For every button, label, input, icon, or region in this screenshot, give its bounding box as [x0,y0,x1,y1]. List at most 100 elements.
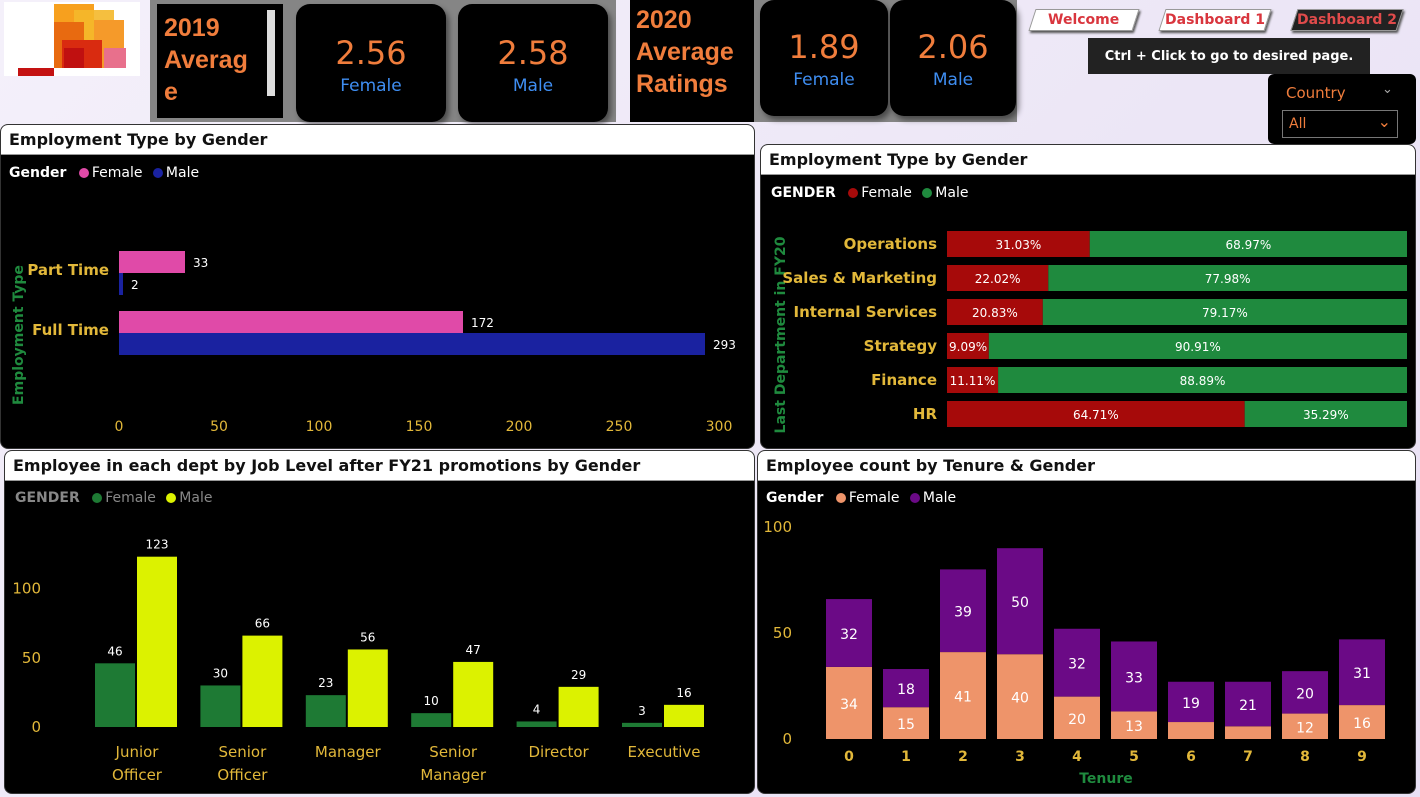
y-tick-label: 0 [782,730,792,748]
navigation-tip: Ctrl + Click to go to desired page. [1088,38,1370,74]
y-tick-label: Operations [844,235,937,253]
y-tick-label: Internal Services [794,303,938,321]
tenure-chart: 0501003432015181413924050320324133351962… [763,518,1385,787]
x-tick-label: 3 [1015,749,1025,765]
y-axis-title: Employment Type [11,265,27,405]
y-tick-label: Part Time [27,261,109,279]
data-label: 64.71% [1073,408,1119,422]
data-label: 66 [255,617,270,631]
data-label: 18 [897,682,915,698]
bar-male [664,704,704,727]
y-axis-title: Last Department in FY20 [773,236,789,433]
data-label: 40 [1011,691,1029,707]
x-tick-label: 200 [506,419,533,435]
bar-female [411,713,452,727]
data-label: 30 [213,666,228,680]
data-label: 33 [193,256,208,270]
country-slicer-label: Country [1286,84,1346,102]
x-tick-label: Senior [219,743,268,761]
data-label: 2 [131,278,139,292]
bar-male [242,635,283,727]
x-tick-label: 2 [958,749,968,765]
bar-male [137,556,177,727]
data-label: 32 [1068,657,1086,673]
country-slicer: Country ⌄ All ⌄ [1268,74,1416,144]
data-label: 15 [897,717,915,733]
data-label: 21 [1239,698,1257,714]
y-tick-label: 100 [763,518,792,536]
y-tick-label: 50 [773,624,792,642]
country-dropdown[interactable]: All ⌄ [1282,110,1398,138]
logo-mark [18,4,126,76]
data-label: 56 [360,630,375,644]
bar-female [119,311,463,333]
data-label: 16 [676,686,691,700]
x-tick-label: Executive [627,743,700,761]
data-label: 10 [424,694,439,708]
data-label: 33 [1125,670,1143,686]
data-label: 50 [1011,595,1029,611]
data-label: 3 [638,704,646,718]
department-gender-panel: Employment Type by Gender GENDER Female … [760,144,1416,449]
data-label: 172 [471,316,494,330]
data-label: 123 [146,538,169,552]
data-label: 35.29% [1303,408,1349,422]
x-tick-label: 250 [606,419,633,435]
data-label: 23 [318,676,333,690]
welcome-nav-label: Welcome [1048,12,1120,28]
x-tick-label: 8 [1300,749,1310,765]
dashboard2-nav-button[interactable]: Dashboard 2 [1290,9,1404,31]
data-label: 13 [1125,719,1143,735]
data-label: 41 [954,690,972,706]
data-label: 20.83% [972,306,1018,320]
slicer-collapse-chevron-icon[interactable]: ⌄ [1382,82,1393,97]
x-tick-label: 6 [1186,749,1196,765]
data-label: 12 [1296,720,1314,736]
tenure-panel: Employee count by Tenure & Gender Gender… [757,450,1416,794]
x-tick-label: 50 [210,419,228,435]
kpi-2019-scrollbar[interactable] [267,10,275,96]
kpi-2019-female-label: Female [340,76,402,96]
data-label: 22.02% [975,272,1021,286]
kpi-2019-male-value: 2.58 [497,34,569,72]
x-tick-label: 7 [1243,749,1253,765]
bar-male [119,273,123,295]
y-tick-label: Sales & Marketing [782,269,937,287]
data-label: 77.98% [1205,272,1251,286]
bar-female [119,251,185,273]
data-label: 46 [107,644,122,658]
y-tick-label: HR [913,405,938,423]
bar-female [516,721,557,727]
welcome-nav-button[interactable]: Welcome [1028,9,1140,31]
data-label: 16 [1353,716,1371,732]
department-gender-panel-title: Employment Type by Gender [761,145,1415,175]
kpi-2020-female-card: 1.89 Female [760,0,888,116]
bar-male [347,649,388,727]
data-label: 90.91% [1175,340,1221,354]
bar-female [305,695,346,727]
data-label: 39 [954,605,972,621]
data-label: 11.11% [950,374,996,388]
company-logo [4,2,140,76]
x-tick-label: 1 [901,749,911,765]
data-label: 32 [840,627,858,643]
x-tick-label: 5 [1129,749,1139,765]
x-tick-label: Junior [115,743,160,761]
x-tick-label: 4 [1072,749,1082,765]
data-label: 4 [533,702,541,716]
employment-type-panel-title: Employment Type by Gender [1,125,754,155]
chevron-down-icon: ⌄ [1377,112,1391,131]
employment-type-chart: Employment Type Part Time 33 2 Full Time 172 2… [11,251,736,435]
data-label: 20 [1296,686,1314,702]
job-level-panel-title: Employee in each dept by Job Level after… [5,451,754,481]
department-gender-chart: Last Department in FY20 Operations 31.03% 6… [773,231,1407,433]
bar-female [1225,726,1271,739]
x-tick-label: 150 [406,419,433,435]
x-tick-label: Director [528,743,589,761]
kpi-2020-male-card: 2.06 Male [890,0,1016,116]
data-label: 31.03% [995,238,1041,252]
bar-female [622,722,662,727]
data-label: 88.89% [1180,374,1226,388]
kpi-2020-male-label: Male [932,70,974,90]
dashboard1-nav-button[interactable]: Dashboard 1 [1158,9,1272,31]
